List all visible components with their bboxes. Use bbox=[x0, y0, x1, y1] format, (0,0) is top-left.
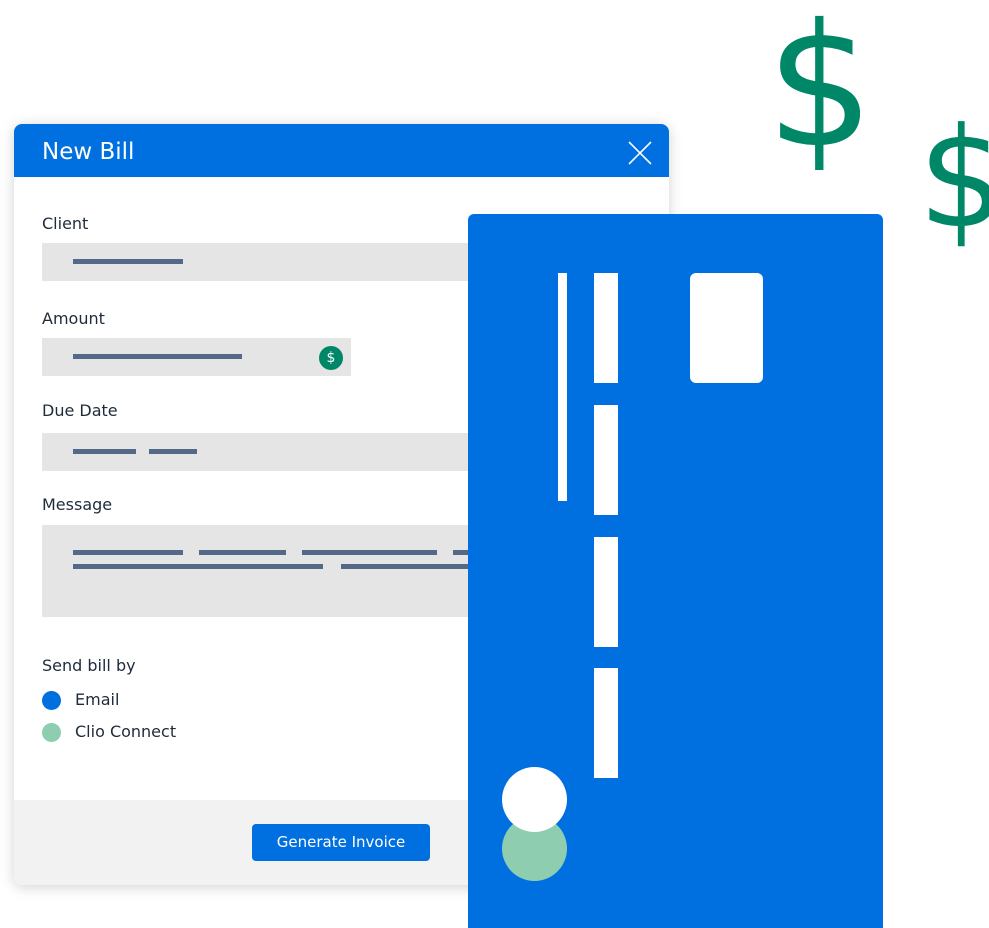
amount-placeholder-line bbox=[73, 354, 242, 359]
message-placeholder-line bbox=[73, 564, 323, 569]
due-date-placeholder-line bbox=[73, 449, 136, 454]
message-placeholder-line bbox=[341, 564, 481, 569]
card-number-block bbox=[594, 668, 618, 778]
card-number-block bbox=[594, 537, 618, 647]
dialog-title: New Bill bbox=[42, 139, 135, 165]
card-number-block bbox=[594, 405, 618, 515]
radio-dot-email bbox=[42, 691, 61, 710]
send-bill-by-label: Send bill by bbox=[42, 656, 136, 675]
dollar-sign-large-icon: $ bbox=[766, 0, 875, 186]
close-icon[interactable] bbox=[626, 139, 654, 167]
card-logo-circle-white bbox=[502, 767, 567, 832]
client-placeholder-line bbox=[73, 259, 183, 264]
dollar-sign-small-icon: $ bbox=[918, 98, 989, 259]
stage: $ $ New Bill Client Amount $ Due Date Me… bbox=[0, 0, 989, 928]
radio-label-email: Email bbox=[75, 690, 120, 709]
message-placeholder-line bbox=[199, 550, 286, 555]
amount-input[interactable] bbox=[42, 338, 351, 376]
message-placeholder-line bbox=[73, 550, 183, 555]
radio-dot-clio-connect bbox=[42, 723, 61, 742]
message-placeholder-line bbox=[302, 550, 437, 555]
card-stripe bbox=[558, 273, 567, 501]
radio-label-clio-connect: Clio Connect bbox=[75, 722, 177, 741]
generate-invoice-button[interactable]: Generate Invoice bbox=[252, 824, 430, 861]
card-chip bbox=[690, 273, 763, 383]
dollar-icon: $ bbox=[319, 346, 343, 370]
client-label: Client bbox=[42, 214, 89, 233]
credit-card-illustration bbox=[468, 214, 883, 928]
amount-label: Amount bbox=[42, 309, 105, 328]
message-label: Message bbox=[42, 495, 113, 514]
dialog-header: New Bill bbox=[14, 124, 669, 177]
due-date-label: Due Date bbox=[42, 401, 118, 420]
due-date-placeholder-line bbox=[149, 449, 197, 454]
card-number-block bbox=[594, 273, 618, 383]
